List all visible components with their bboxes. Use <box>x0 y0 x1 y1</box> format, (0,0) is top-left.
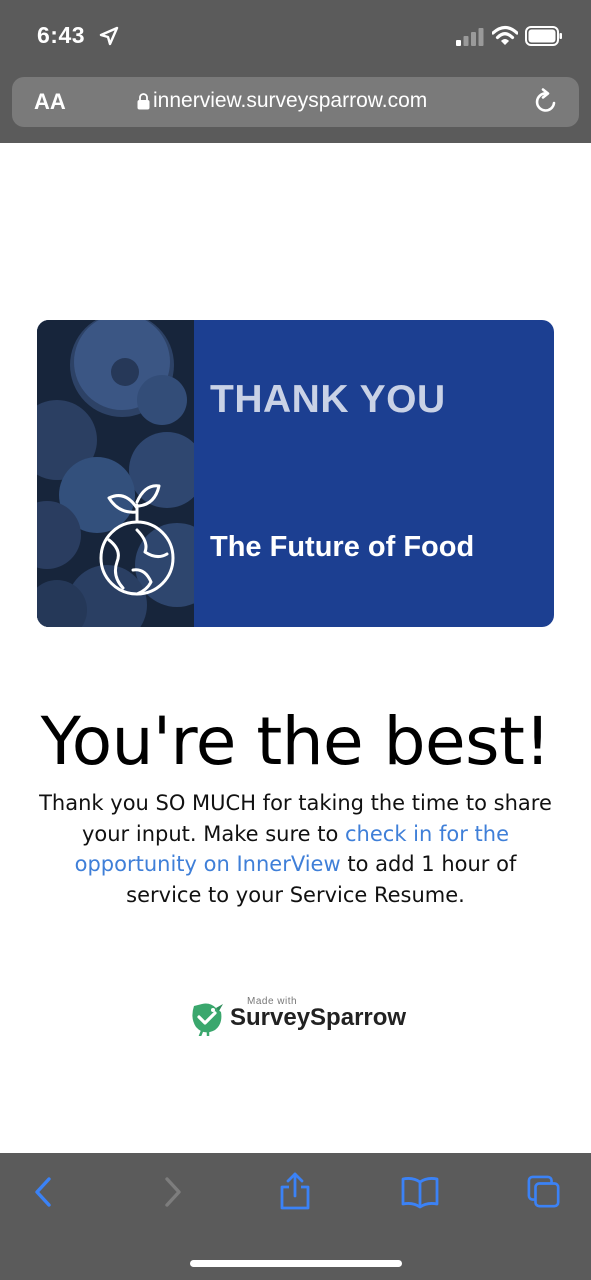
page-headline: You're the best! <box>40 703 551 780</box>
banner-subtitle: The Future of Food <box>210 531 475 563</box>
back-icon[interactable] <box>27 1175 61 1209</box>
reload-icon[interactable] <box>532 88 560 116</box>
bookmarks-icon[interactable] <box>401 1175 439 1209</box>
home-indicator[interactable] <box>190 1260 402 1267</box>
lock-icon <box>137 93 150 110</box>
location-arrow-icon <box>99 26 119 46</box>
status-time: 6:43 <box>37 22 86 48</box>
address-bar[interactable]: AA innerview.surveysparrow.com <box>12 77 579 127</box>
battery-icon <box>525 26 562 46</box>
cellular-signal-icon <box>456 28 484 46</box>
tabs-icon[interactable] <box>527 1175 561 1209</box>
surveysparrow-brand: SurveySparrow <box>230 1004 407 1031</box>
text-size-label: AA <box>34 89 66 114</box>
thank-you-message: Thank you SO MUCH for taking the time to… <box>34 788 557 910</box>
made-with-surveysparrow[interactable]: Made with SurveySparrow <box>188 996 418 1040</box>
status-bar: 6:43 <box>0 0 591 70</box>
banner-title: THANK YOU <box>210 378 446 421</box>
wifi-icon <box>492 25 518 45</box>
surveysparrow-logo-icon <box>192 1003 223 1036</box>
text-size-button[interactable]: AA <box>34 89 66 115</box>
forward-icon[interactable] <box>155 1175 189 1209</box>
browser-top-bar: 6:43 AA innerview.surveysparrow.com <box>0 0 591 143</box>
blueberries-photo <box>37 320 194 627</box>
share-icon[interactable] <box>278 1171 312 1211</box>
thank-you-banner: THANK YOU The Future of Food <box>37 320 554 627</box>
url-text[interactable]: innerview.surveysparrow.com <box>153 89 427 113</box>
